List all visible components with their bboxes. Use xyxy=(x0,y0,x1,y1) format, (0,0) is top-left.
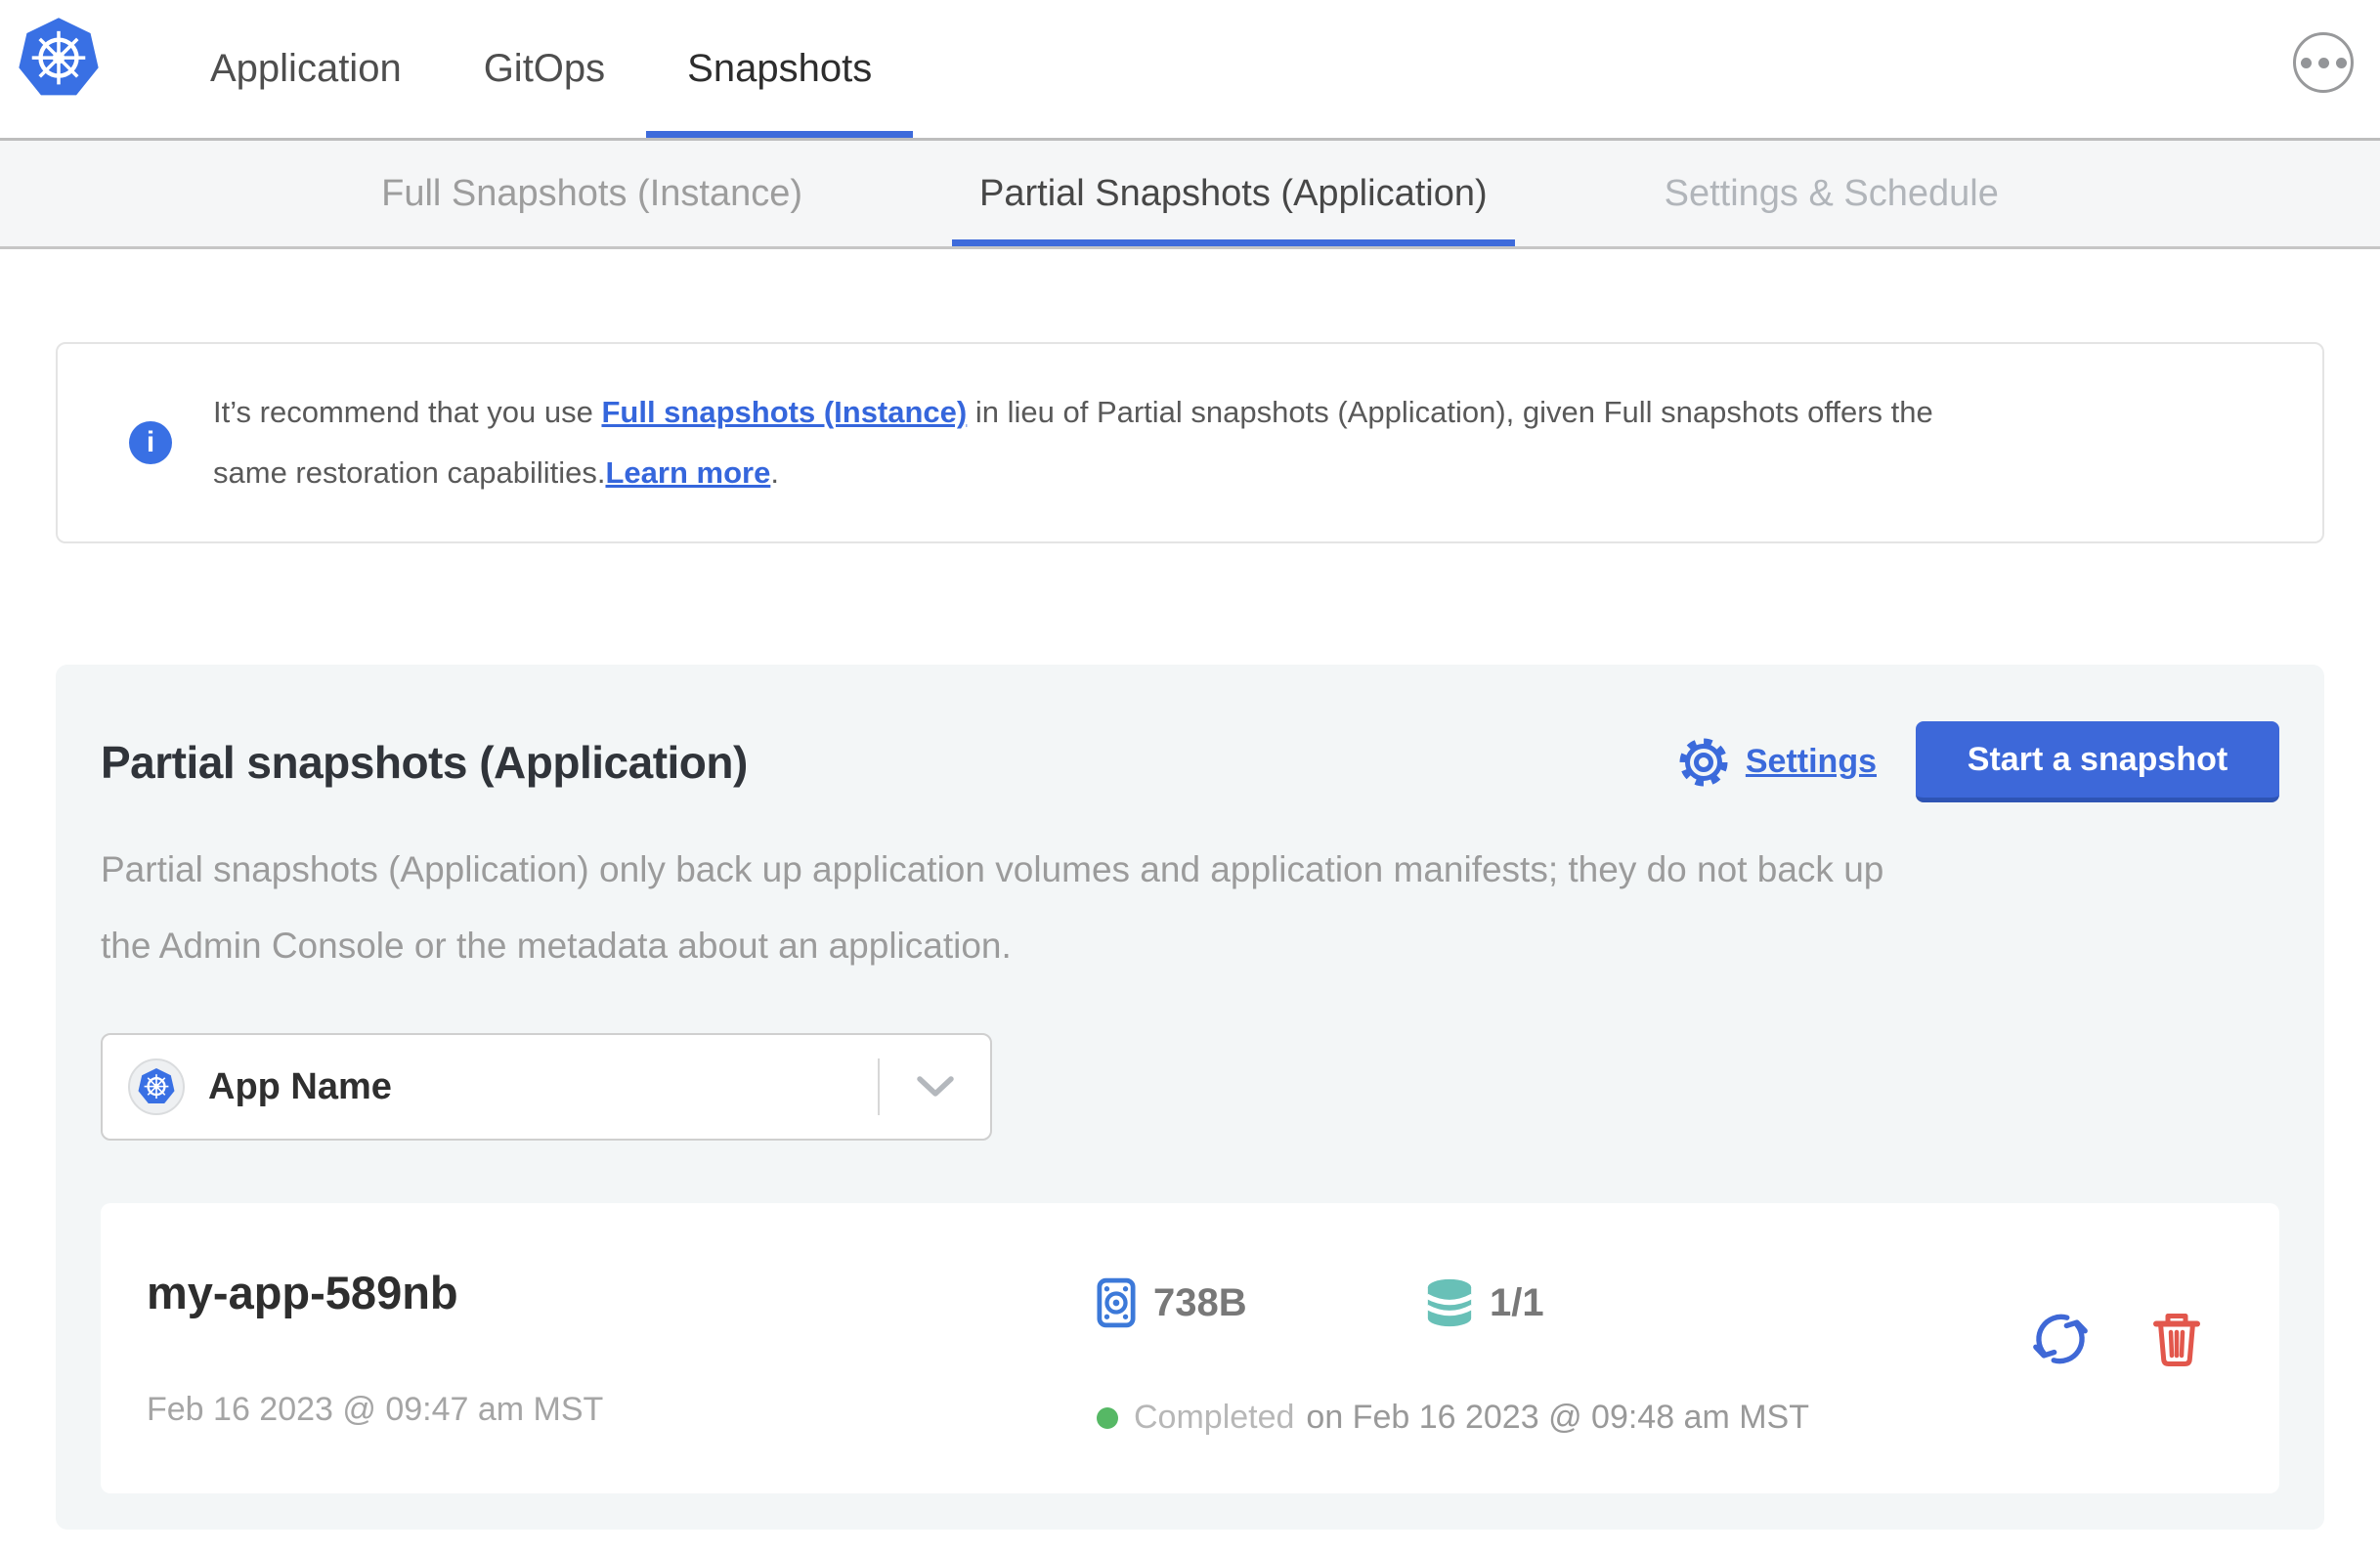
banner-text-intro: It’s recommend that you use xyxy=(213,395,602,429)
more-menu-button[interactable] xyxy=(2293,32,2354,93)
full-snapshots-link[interactable]: Full snapshots (Instance) xyxy=(601,395,967,429)
snapshot-created-timestamp: Feb 16 2023 @ 09:47 am MST xyxy=(147,1391,604,1428)
tab-partial-snapshots[interactable]: Partial Snapshots (Application) xyxy=(952,141,1515,246)
learn-more-link[interactable]: Learn more xyxy=(605,455,770,490)
status-dot-icon xyxy=(1097,1406,1118,1429)
selector-divider xyxy=(878,1058,880,1115)
status-label: Completed xyxy=(1134,1399,1295,1436)
chevron-down-icon xyxy=(916,1075,955,1099)
top-header: Application GitOps Snapshots xyxy=(0,0,2380,138)
tab-settings-schedule[interactable]: Settings & Schedule xyxy=(1637,141,2026,246)
snapshot-volumes-value: 1/1 xyxy=(1490,1280,1544,1324)
snapshot-size-value: 738B xyxy=(1153,1280,1247,1324)
status-completed-timestamp: on Feb 16 2023 @ 09:48 am MST xyxy=(1306,1399,1810,1436)
ellipsis-icon xyxy=(2300,57,2312,68)
start-snapshot-button[interactable]: Start a snapshot xyxy=(1916,721,2279,802)
banner-text-end: . xyxy=(770,455,779,490)
snapshot-status: Completed on Feb 16 2023 @ 09:48 am MST xyxy=(1097,1399,1809,1437)
snapshot-name: my-app-589nb xyxy=(147,1267,458,1318)
trash-icon xyxy=(2151,1314,2202,1371)
nav-item-snapshots[interactable]: Snapshots xyxy=(646,0,914,138)
info-icon: i xyxy=(129,421,172,464)
settings-label: Settings xyxy=(1745,743,1877,780)
description-line-1: Partial snapshots (Application) only bac… xyxy=(101,849,1884,889)
disk-icon xyxy=(1097,1277,1136,1328)
app-name-selector[interactable]: App Name xyxy=(101,1033,992,1141)
banner-text-line1: in lieu of Partial snapshots (Applicatio… xyxy=(967,395,1933,429)
top-nav: Application GitOps Snapshots xyxy=(169,0,914,138)
panel-header-actions: Settings Start a snapshot xyxy=(1676,721,2279,802)
kubernetes-logo-icon xyxy=(16,16,102,102)
snapshot-volumes-metric: 1/1 xyxy=(1424,1277,1544,1328)
snapshot-settings-link[interactable]: Settings xyxy=(1676,735,1877,790)
nav-item-gitops[interactable]: GitOps xyxy=(443,0,646,138)
nav-item-application[interactable]: Application xyxy=(169,0,443,138)
snapshot-row: my-app-589nb Feb 16 2023 @ 09:47 am MST … xyxy=(101,1203,2279,1493)
snapshots-subnav: Full Snapshots (Instance) Partial Snapsh… xyxy=(0,138,2380,249)
banner-text-line2: same restoration capabilities. xyxy=(213,455,606,490)
info-banner: i It’s recommend that you use Full snaps… xyxy=(56,342,2324,543)
tab-full-snapshots[interactable]: Full Snapshots (Instance) xyxy=(354,141,830,246)
page-title: Partial snapshots (Application) xyxy=(101,736,748,788)
panel-header: Partial snapshots (Application) Settings… xyxy=(101,721,2279,802)
snapshot-size-metric: 738B xyxy=(1097,1277,1247,1328)
partial-snapshots-panel: Partial snapshots (Application) Settings… xyxy=(56,665,2324,1530)
restore-icon xyxy=(2030,1314,2091,1372)
panel-description: Partial snapshots (Application) only bac… xyxy=(101,832,2279,984)
description-line-2: the Admin Console or the metadata about … xyxy=(101,926,1012,966)
delete-snapshot-button[interactable] xyxy=(2151,1310,2202,1368)
snapshot-actions xyxy=(2030,1309,2202,1369)
app-kubernetes-icon xyxy=(128,1058,185,1115)
info-banner-text: It’s recommend that you use Full snapsho… xyxy=(213,382,1933,503)
gear-icon xyxy=(1676,735,1731,790)
app-selector-value: App Name xyxy=(208,1065,392,1107)
database-icon xyxy=(1424,1277,1475,1328)
restore-snapshot-button[interactable] xyxy=(2030,1309,2091,1369)
